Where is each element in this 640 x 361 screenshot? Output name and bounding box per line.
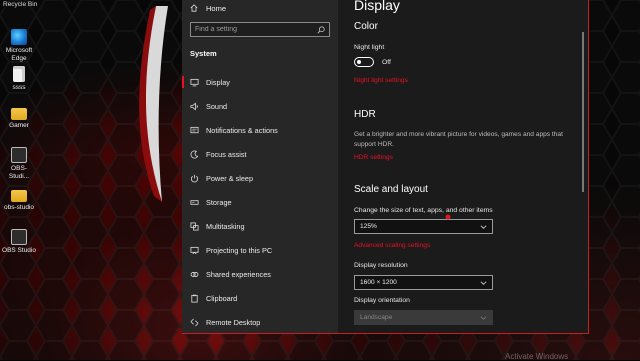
nav-item-label: Power & sleep bbox=[206, 173, 254, 183]
settings-content: Display Color Night light Off Night ligh… bbox=[338, 0, 588, 333]
night-light-settings-link[interactable]: Night light settings bbox=[354, 77, 408, 84]
nav-item-label: Display bbox=[206, 77, 230, 87]
scale-layout-heading: Scale and layout bbox=[354, 184, 428, 195]
desktop-icon-label: obs-studio bbox=[4, 204, 34, 211]
search-input[interactable] bbox=[195, 23, 313, 36]
scale-dropdown-value: 125% bbox=[360, 223, 377, 230]
settings-window: Home System Display Sound Notifications … bbox=[182, 0, 589, 334]
nav-home[interactable]: Home bbox=[190, 2, 226, 14]
notifications-icon bbox=[190, 126, 199, 133]
desktop-icon-label: OBS-Studi... bbox=[8, 165, 30, 180]
hdr-settings-link[interactable]: HDR settings bbox=[354, 154, 393, 161]
desktop-icon-label: Microsoft Edge bbox=[5, 47, 33, 62]
nav-item-storage[interactable]: Storage bbox=[182, 192, 338, 212]
toggle-knob bbox=[357, 60, 361, 64]
obs-icon bbox=[11, 147, 27, 163]
orientation-dropdown-value: Landscape bbox=[360, 314, 393, 321]
nav-item-sound[interactable]: Sound bbox=[182, 96, 338, 116]
desktop-icon-gamer[interactable]: Gamer bbox=[2, 104, 36, 130]
chevron-down-icon bbox=[480, 316, 487, 320]
resolution-label: Display resolution bbox=[354, 262, 408, 269]
advanced-scaling-link[interactable]: Advanced scaling settings bbox=[354, 242, 430, 249]
nav-item-label: Multitasking bbox=[206, 221, 245, 231]
clipboard-icon bbox=[191, 294, 198, 303]
resolution-dropdown[interactable]: 1600 × 1200 bbox=[354, 275, 493, 290]
nav-item-label: Remote Desktop bbox=[206, 317, 261, 327]
desktop-icon-obs-shortcut[interactable]: OBS-Studi... bbox=[2, 147, 36, 181]
night-light-toggle[interactable] bbox=[354, 57, 374, 67]
storage-icon bbox=[190, 199, 199, 205]
mouse-cursor-icon bbox=[445, 214, 451, 220]
remote-desktop-icon bbox=[190, 318, 199, 326]
desktop-icon-obs-studio[interactable]: OBS Studio bbox=[2, 229, 36, 255]
night-light-label: Night light bbox=[354, 44, 385, 51]
chevron-down-icon bbox=[480, 281, 487, 285]
nav-item-remote-desktop[interactable]: Remote Desktop bbox=[182, 312, 338, 332]
content-scrollbar[interactable] bbox=[582, 32, 584, 192]
desktop-icon-ssss[interactable]: ssss bbox=[2, 66, 36, 92]
search-box[interactable] bbox=[190, 22, 330, 37]
nav-item-clipboard[interactable]: Clipboard bbox=[182, 288, 338, 308]
nav-item-label: Shared experiences bbox=[206, 269, 271, 279]
nav-home-label: Home bbox=[206, 3, 227, 13]
projecting-icon bbox=[190, 246, 199, 254]
nav-section-title: System bbox=[190, 49, 217, 58]
nav-item-label: Projecting to this PC bbox=[206, 245, 273, 255]
nav-item-label: Notifications & actions bbox=[206, 125, 278, 135]
search-icon bbox=[317, 26, 325, 34]
settings-nav: Home System Display Sound Notifications … bbox=[182, 0, 338, 333]
orientation-label: Display orientation bbox=[354, 297, 410, 304]
nav-item-display[interactable]: Display bbox=[182, 72, 338, 92]
text-size-label: Change the size of text, apps, and other… bbox=[354, 207, 493, 214]
display-icon bbox=[190, 78, 199, 86]
nav-item-shared-experiences[interactable]: Shared experiences bbox=[182, 264, 338, 284]
nav-item-focus-assist[interactable]: Focus assist bbox=[182, 144, 338, 164]
desktop-icon-obs-folder[interactable]: obs-studio bbox=[2, 186, 36, 212]
desktop-icon-edge[interactable]: Microsoft Edge bbox=[2, 29, 36, 63]
sound-icon bbox=[190, 101, 198, 111]
red-blade-graphic bbox=[139, 6, 168, 202]
desktop-icon-label: OBS Studio bbox=[2, 247, 36, 254]
nav-item-label: Clipboard bbox=[206, 293, 238, 303]
nav-item-power-sleep[interactable]: Power & sleep bbox=[182, 168, 338, 188]
folder-icon bbox=[11, 108, 27, 120]
power-icon bbox=[190, 174, 199, 182]
scale-dropdown[interactable]: 125% bbox=[354, 219, 493, 234]
folder-icon bbox=[11, 190, 27, 202]
color-heading: Color bbox=[354, 21, 378, 32]
nav-item-label: Focus assist bbox=[206, 149, 247, 159]
shared-experiences-icon bbox=[190, 271, 199, 277]
home-icon bbox=[190, 4, 198, 12]
nav-item-multitasking[interactable]: Multitasking bbox=[182, 216, 338, 236]
nav-item-projecting[interactable]: Projecting to this PC bbox=[182, 240, 338, 260]
hdr-description: Get a brighter and more vibrant picture … bbox=[354, 131, 563, 148]
desktop-icon-label: Gamer bbox=[9, 122, 29, 129]
orientation-dropdown[interactable]: Landscape bbox=[354, 310, 493, 325]
focus-assist-icon bbox=[190, 150, 199, 158]
nav-item-notifications[interactable]: Notifications & actions bbox=[182, 120, 338, 140]
nav-item-label: Sound bbox=[206, 101, 228, 111]
night-light-state: Off bbox=[382, 59, 391, 66]
page-title: Display bbox=[354, 0, 400, 13]
multitasking-icon bbox=[190, 221, 199, 231]
desktop-icon-label: ssss bbox=[12, 84, 26, 91]
hdr-heading: HDR bbox=[354, 109, 376, 120]
edge-icon bbox=[11, 29, 27, 45]
recycle-bin-label[interactable]: Recycle Bin bbox=[3, 1, 37, 8]
nav-item-label: Storage bbox=[206, 197, 232, 207]
resolution-dropdown-value: 1600 × 1200 bbox=[360, 279, 397, 286]
chevron-down-icon bbox=[480, 225, 487, 229]
obs-icon bbox=[11, 229, 27, 245]
file-icon bbox=[13, 66, 25, 82]
